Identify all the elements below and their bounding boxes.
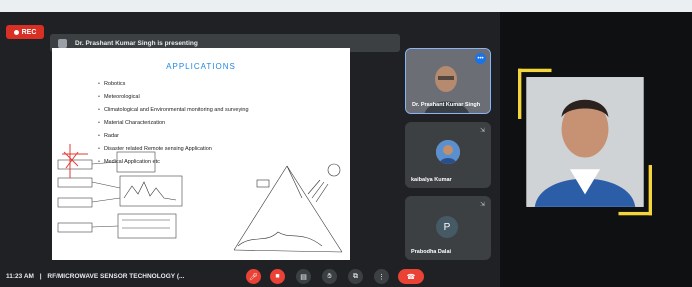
camera-off-icon: ■: [275, 273, 280, 280]
recording-label: REC: [21, 28, 37, 36]
slide-illustration: [57, 144, 343, 253]
recording-badge: REC: [6, 25, 44, 39]
captions-icon: ▤: [300, 273, 307, 281]
avatar: [436, 140, 460, 164]
hang-up-icon: ☎︎: [406, 273, 416, 281]
avatar: P: [436, 216, 458, 238]
present-now-button[interactable]: ⧉: [348, 269, 363, 284]
microphone-off-icon: 🎤︎: [249, 273, 258, 281]
present-icon: ⧉: [353, 272, 358, 280]
leave-call-button[interactable]: ☎︎: [398, 269, 424, 284]
participant-name: Prabodha Dalai: [411, 249, 452, 255]
meeting-toolbar: 11:23 AM | RF/MICROWAVE SENSOR TECHNOLOG…: [0, 266, 500, 287]
participant-tile-prabodha[interactable]: ⇲ P Prabodha Dalai: [405, 196, 491, 260]
record-dot-icon: [13, 29, 19, 35]
participant-tile-kaibalya[interactable]: ⇲ kaibalya Kumar: [405, 122, 491, 188]
more-vertical-icon: ⋮: [378, 273, 385, 281]
camera-button[interactable]: ■: [270, 269, 285, 284]
meeting-window: REC Dr. Prashant Kumar Singh is presenti…: [0, 12, 500, 287]
speaker-photo: [518, 68, 652, 216]
pin-icon[interactable]: ⇲: [480, 201, 485, 208]
captions-button[interactable]: ▤: [296, 269, 311, 284]
more-options-icon[interactable]: •••: [475, 53, 486, 64]
presentation-icon: [58, 38, 67, 48]
details-separator: |: [39, 273, 42, 280]
shared-slide: APPLICATIONS Robotics Meteorological Cli…: [52, 48, 350, 260]
participant-tile-presenter[interactable]: ••• Dr. Prashant Kumar Singh: [405, 48, 491, 114]
clock-time: 11:23 AM: [6, 273, 34, 280]
participant-name: Dr. Prashant Kumar Singh: [412, 102, 481, 108]
meeting-details: 11:23 AM | RF/MICROWAVE SENSOR TECHNOLOG…: [6, 273, 184, 280]
presenter-name: Dr. Prashant Kumar Singh: [75, 39, 156, 47]
pin-icon[interactable]: ⇲: [480, 127, 485, 134]
more-options-button[interactable]: ⋮: [374, 269, 389, 284]
meeting-title: RF/MICROWAVE SENSOR TECHNOLOGY (...: [47, 273, 185, 280]
presenting-text: is presenting: [157, 39, 198, 47]
participant-name: kaibalya Kumar: [411, 177, 452, 183]
raise-hand-button[interactable]: ✋︎: [322, 269, 337, 284]
raise-hand-icon: ✋︎: [327, 272, 332, 280]
microphone-button[interactable]: 🎤︎: [246, 269, 261, 284]
